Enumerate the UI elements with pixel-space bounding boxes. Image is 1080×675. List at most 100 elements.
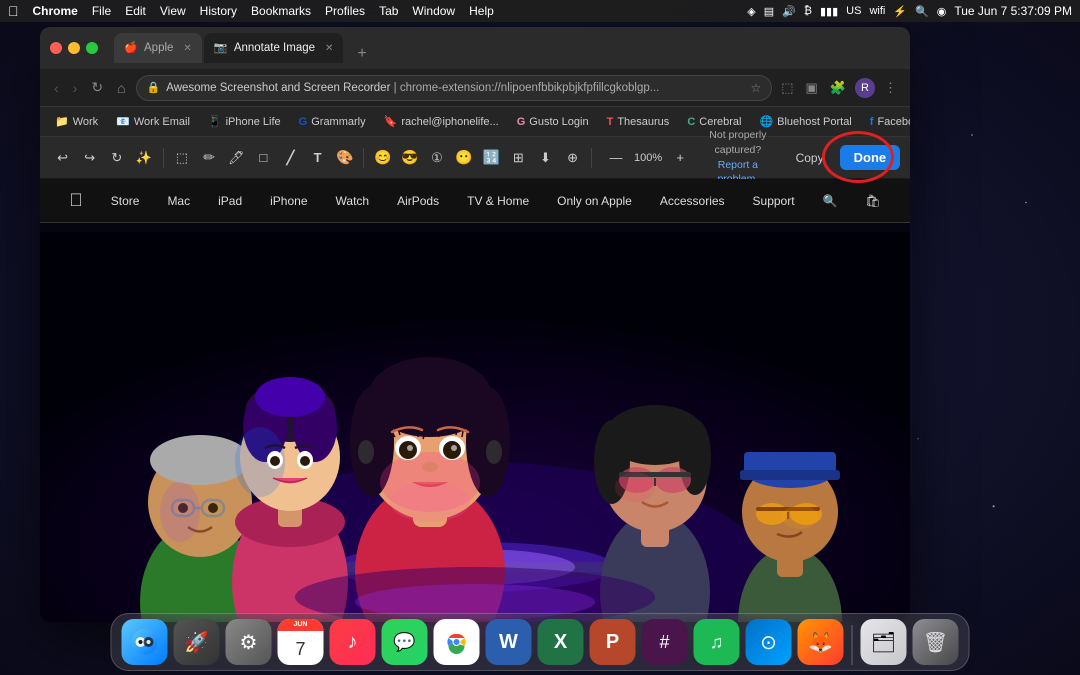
apple-nav-store[interactable]: Store: [111, 194, 140, 208]
menu-bookmarks[interactable]: Bookmarks: [251, 4, 311, 18]
menu-dots-icon[interactable]: ⋮: [881, 77, 900, 99]
counter-tool[interactable]: ①: [424, 144, 449, 172]
menu-profiles[interactable]: Profiles: [325, 4, 365, 18]
dock-launchpad[interactable]: 🚀: [174, 619, 220, 665]
menu-view[interactable]: View: [160, 4, 186, 18]
dock-calendar[interactable]: JUN 7: [278, 619, 324, 665]
tab-annotate[interactable]: 📷 Annotate Image ✕: [204, 33, 344, 63]
zoom-plus-button[interactable]: +: [666, 144, 694, 172]
apple-nav-tv-home[interactable]: TV & Home: [467, 194, 529, 208]
pen-tool[interactable]: ✏: [197, 144, 222, 172]
draw-tool[interactable]: 🖊: [224, 144, 249, 172]
menu-app-name[interactable]: Chrome: [33, 4, 78, 18]
tab-apple-close[interactable]: ✕: [183, 43, 191, 54]
forward-button[interactable]: ›: [69, 76, 82, 100]
dock-music[interactable]: ♪: [330, 619, 376, 665]
dock-spotify[interactable]: ♫: [694, 619, 740, 665]
hero-image: [40, 223, 910, 622]
apple-nav-mac[interactable]: Mac: [167, 194, 190, 208]
profile-icon[interactable]: R: [855, 78, 875, 98]
bookmark-work-email[interactable]: 📧 Work Email: [109, 112, 197, 131]
dock-powerpoint[interactable]: P: [590, 619, 636, 665]
siri-menu-icon[interactable]: ◉: [937, 5, 947, 18]
new-tab-button[interactable]: +: [349, 45, 374, 63]
home-button[interactable]: ⌂: [113, 76, 129, 100]
line-tool[interactable]: ╱: [278, 144, 303, 172]
apple-nav-bag-icon[interactable]: 🛍: [866, 194, 881, 208]
dock-slack[interactable]: #: [642, 619, 688, 665]
url-display: Awesome Screenshot and Screen Recorder: [166, 82, 390, 94]
redo2-button[interactable]: ↻: [104, 144, 129, 172]
menu-window[interactable]: Window: [412, 4, 455, 18]
bookmark-iphone-life[interactable]: 📱 iPhone Life: [201, 112, 288, 131]
apple-nav-accessories[interactable]: Accessories: [660, 194, 725, 208]
address-bar[interactable]: 🔒 Awesome Screenshot and Screen Recorder…: [136, 75, 773, 101]
apple-nav-iphone[interactable]: iPhone: [270, 194, 307, 208]
back-button[interactable]: ‹: [50, 76, 63, 100]
apple-nav-ipad[interactable]: iPad: [218, 194, 242, 208]
redo-button[interactable]: ↪: [77, 144, 102, 172]
bookmark-rachel[interactable]: 🔖 rachel@iphonelife...: [377, 112, 506, 131]
dock-settings[interactable]: ⚙: [226, 619, 272, 665]
cast-icon[interactable]: ⬚: [778, 77, 796, 99]
text-tool[interactable]: T: [305, 144, 330, 172]
bookmark-gusto[interactable]: G Gusto Login: [510, 113, 596, 131]
dock-finder[interactable]: [122, 619, 168, 665]
screen-icon[interactable]: ▣: [803, 77, 821, 99]
menu-history[interactable]: History: [200, 4, 237, 18]
bookmark-thesaurus[interactable]: T Thesaurus: [600, 113, 677, 131]
crop-tool[interactable]: ⬇: [533, 144, 558, 172]
fill-tool[interactable]: 🎨: [332, 144, 357, 172]
emoji4-tool[interactable]: 🔢: [479, 144, 504, 172]
apple-nav-logo[interactable]: : [69, 190, 83, 211]
magic-button[interactable]: ✨: [131, 144, 156, 172]
bookmark-work[interactable]: 📁 Work: [48, 112, 105, 131]
minimize-button[interactable]: [68, 42, 80, 54]
tab-annotate-close[interactable]: ✕: [325, 43, 333, 54]
blur-tool[interactable]: ⊞: [506, 144, 531, 172]
emoji2-tool[interactable]: 😎: [397, 144, 422, 172]
apple-nav-airpods[interactable]: AirPods: [397, 194, 439, 208]
dock-firefox[interactable]: 🦊: [798, 619, 844, 665]
shape-tool[interactable]: □: [251, 144, 276, 172]
apple-nav-watch[interactable]: Watch: [336, 194, 370, 208]
emoji1-tool[interactable]: 😊: [370, 144, 395, 172]
reload-button[interactable]: ↻: [87, 75, 107, 100]
more-tool[interactable]: ⊕: [560, 144, 585, 172]
select-tool[interactable]: ⬚: [169, 144, 194, 172]
undo-button[interactable]: ↩: [50, 144, 75, 172]
done-button[interactable]: Done: [840, 145, 901, 170]
star-icon[interactable]: ☆: [750, 81, 761, 95]
apple-nav-only-apple[interactable]: Only on Apple: [557, 194, 632, 208]
extensions-icon[interactable]: 🧩: [827, 77, 849, 99]
maximize-button[interactable]: [86, 42, 98, 54]
search-menu-icon[interactable]: 🔍: [915, 5, 929, 18]
dock-word[interactable]: W: [486, 619, 532, 665]
bookmark-work-icon: 📁: [55, 115, 69, 128]
close-button[interactable]: [50, 42, 62, 54]
bookmark-grammarly[interactable]: G Grammarly: [292, 113, 373, 131]
apple-nav-search-icon[interactable]: 🔍: [823, 194, 838, 208]
menu-help[interactable]: Help: [469, 4, 494, 18]
apple-nav-support[interactable]: Support: [753, 194, 795, 208]
emoji3-tool[interactable]: 😶: [452, 144, 477, 172]
menu-tab[interactable]: Tab: [379, 4, 398, 18]
dock-excel[interactable]: X: [538, 619, 584, 665]
menu-clock: Tue Jun 7 5:37:09 PM: [954, 4, 1072, 18]
dock-trash[interactable]: 🗑: [913, 619, 959, 665]
dock-chrome[interactable]: [434, 619, 480, 665]
dock-safari[interactable]: ⊙: [746, 619, 792, 665]
apple-menu-icon[interactable]: : [8, 3, 19, 19]
dock-messages[interactable]: 💬: [382, 619, 428, 665]
dock-files[interactable]: 🗂: [861, 619, 907, 665]
annotation-toolbar: ↩ ↪ ↻ ✨ ⬚ ✏ 🖊 □ ╱ T 🎨 😊 😎 ① 😶 🔢 ⊞ ⬇ ⊕: [40, 137, 910, 179]
tool-sep-1: [163, 148, 164, 168]
zoom-minus-button[interactable]: —: [602, 144, 630, 172]
menu-edit[interactable]: Edit: [125, 4, 146, 18]
copy-button[interactable]: Copy: [788, 147, 832, 169]
desktop:  Chrome File Edit View History Bookmark…: [0, 0, 1080, 675]
menu-file[interactable]: File: [92, 4, 111, 18]
dock: 🚀 ⚙ JUN 7 ♪ 💬: [111, 613, 970, 671]
files-icon: 🗂: [871, 630, 896, 655]
tab-apple[interactable]: 🍎 Apple ✕: [114, 33, 202, 63]
